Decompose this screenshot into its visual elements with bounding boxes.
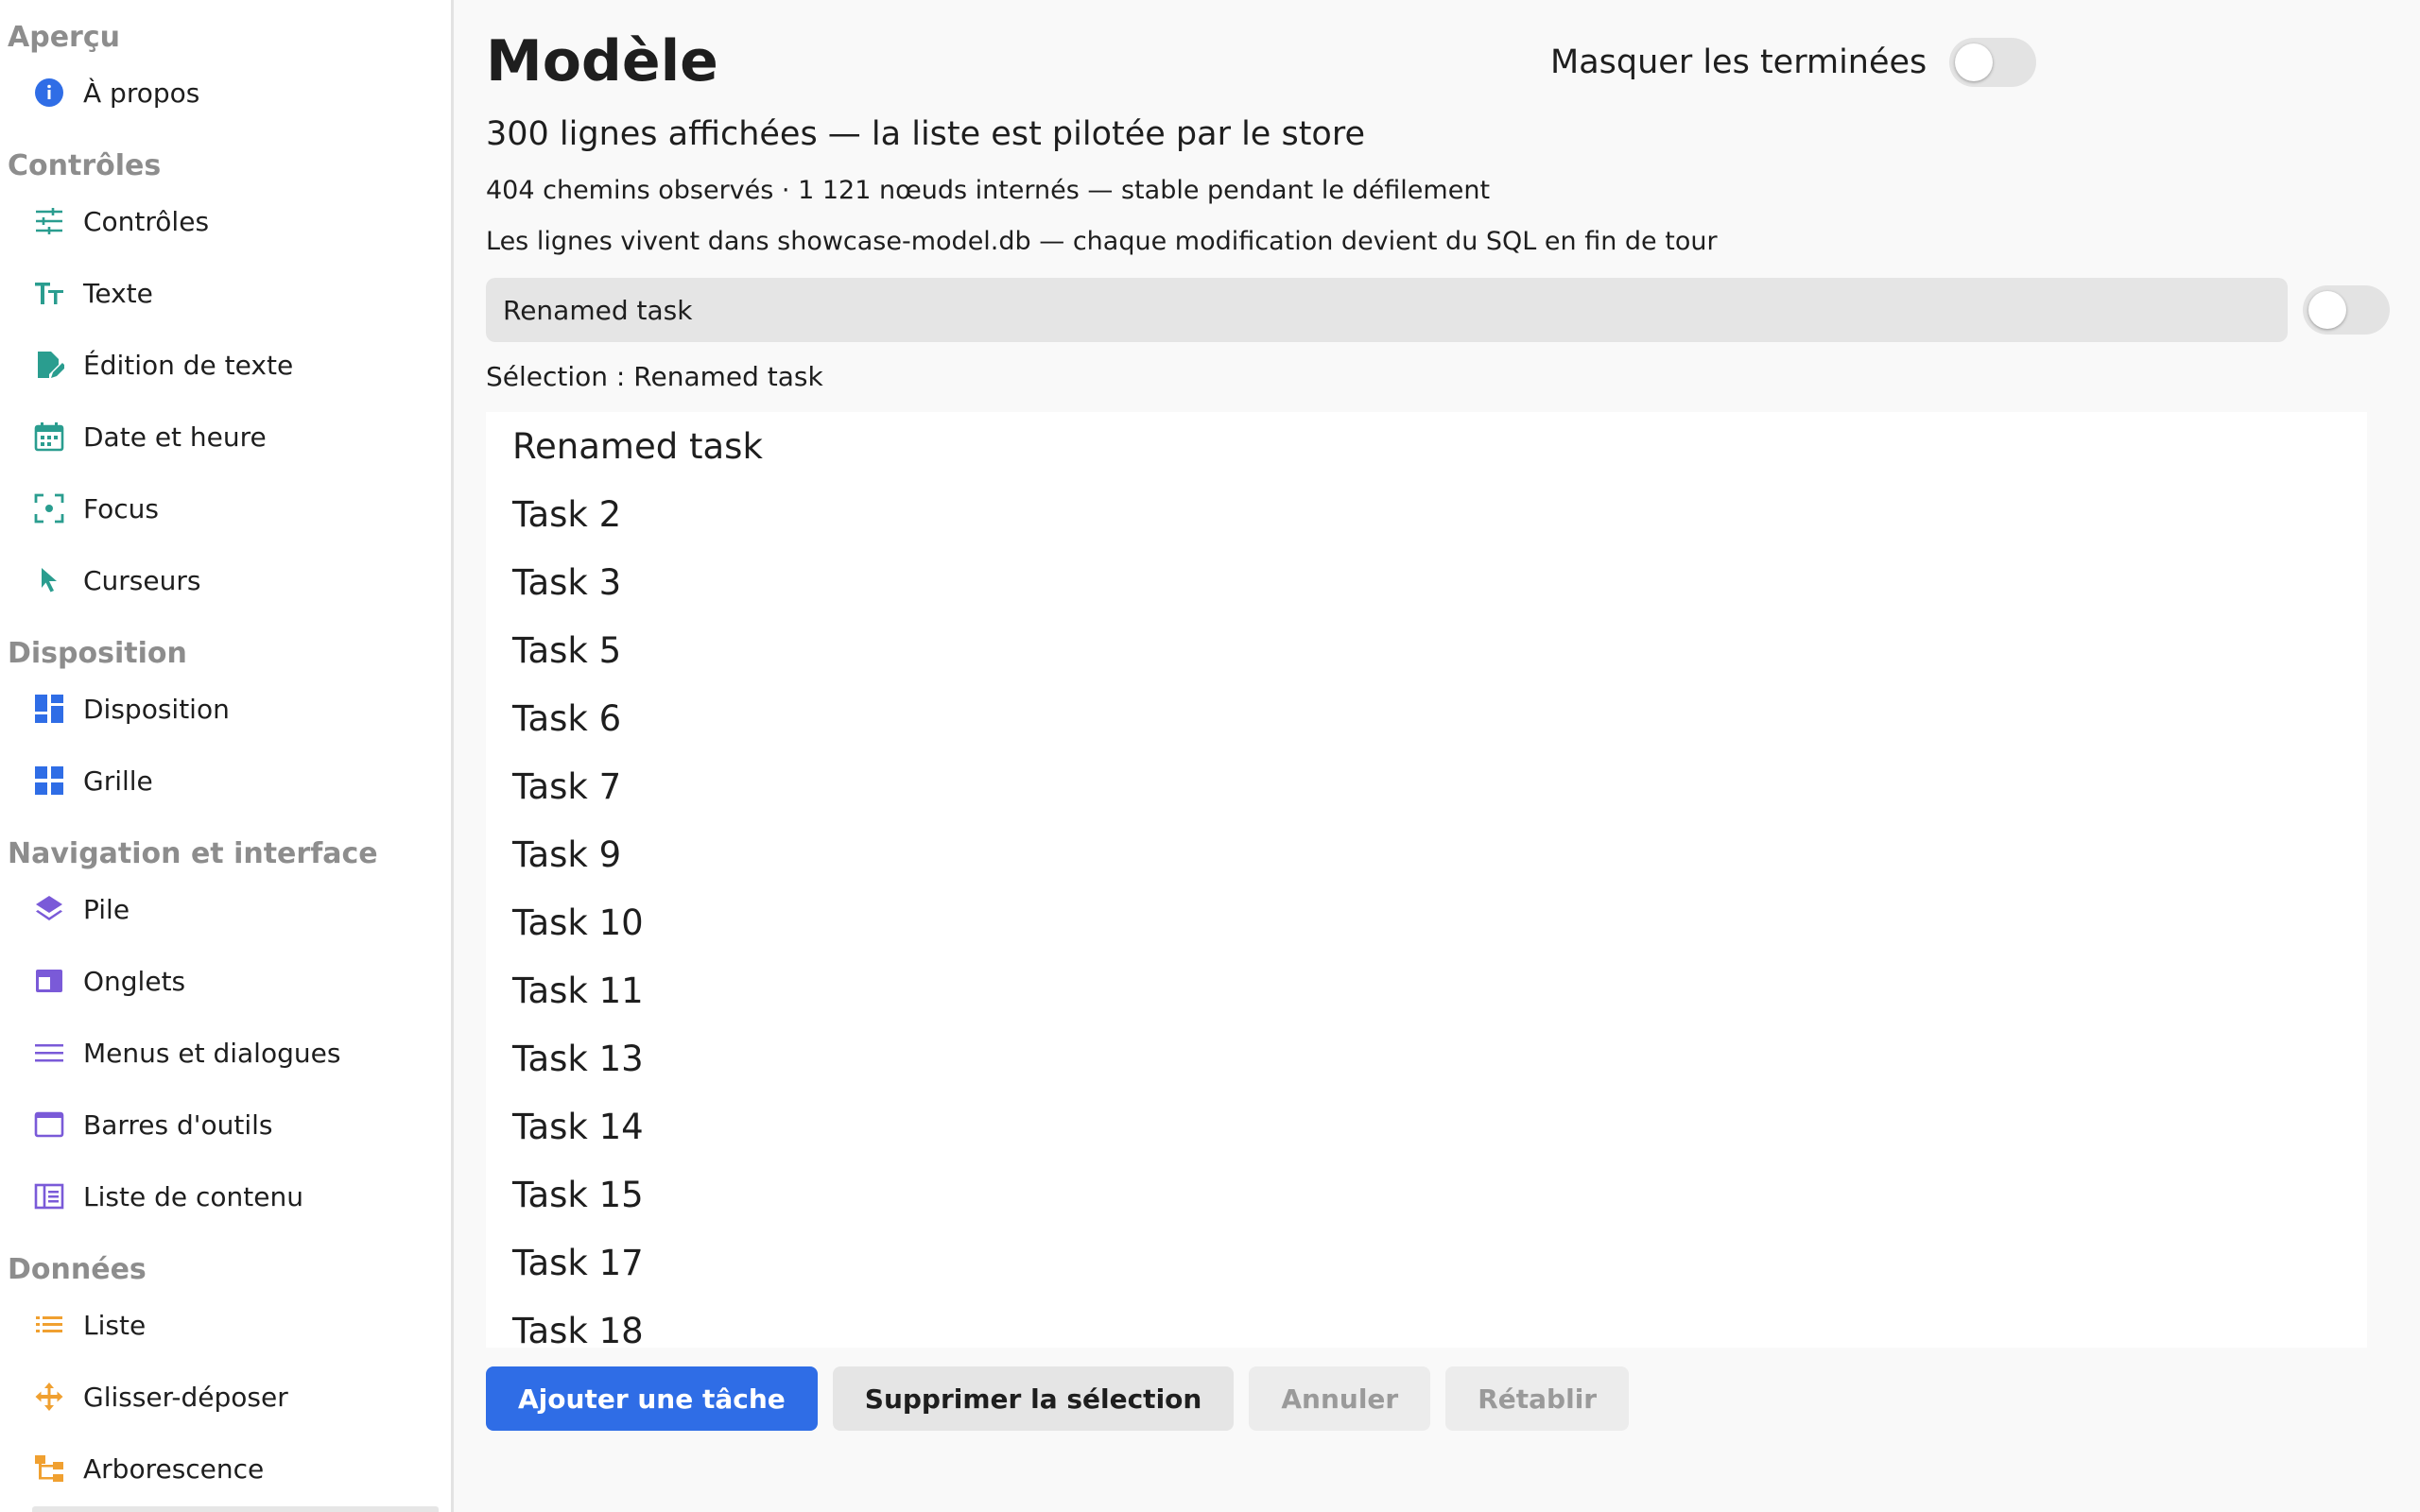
list-item[interactable]: Task 7 <box>486 752 2367 820</box>
stack-icon <box>33 893 65 925</box>
sidebar-item-disposition[interactable]: Disposition <box>0 679 444 739</box>
list-item[interactable]: Task 17 <box>486 1228 2367 1297</box>
sidebar-item-pile[interactable]: Pile <box>0 879 444 939</box>
rename-task-input[interactable] <box>486 278 2288 342</box>
list-item[interactable]: Task 2 <box>486 480 2367 548</box>
sidebar-item-label: Grille <box>83 765 153 797</box>
edit-document-icon <box>33 349 65 381</box>
hide-done-control: Masquer les terminées <box>1550 38 2037 87</box>
sidebar-item-glisser-deposer[interactable]: Glisser-déposer <box>0 1366 444 1427</box>
sidebar-next-item-edge <box>32 1506 439 1512</box>
sidebar-item-onglets[interactable]: Onglets <box>0 951 444 1011</box>
section-title-apercu: Aperçu <box>8 21 120 54</box>
sidebar-item-label: Texte <box>83 277 153 309</box>
sidebar-item-label: Menus et dialogues <box>83 1037 341 1069</box>
section-title-controles: Contrôles <box>8 149 162 182</box>
main-content: Modèle Masquer les terminées 300 lignes … <box>454 0 2420 1512</box>
sidebar-item-texte[interactable]: Texte <box>0 263 444 323</box>
text-icon <box>33 277 65 309</box>
sidebar-item-label: Pile <box>83 893 130 925</box>
sidebar-item-label: Focus <box>83 492 159 524</box>
sidebar-item-label: Édition de texte <box>83 349 294 381</box>
sidebar-item-barres-d-outils[interactable]: Barres d'outils <box>0 1094 444 1155</box>
sidebar-item-label: Date et heure <box>83 421 267 453</box>
calendar-icon <box>33 421 65 453</box>
section-title-navigation: Navigation et interface <box>8 837 378 870</box>
section-title-disposition: Disposition <box>8 637 187 670</box>
sidebar-item-label: Liste <box>83 1309 147 1341</box>
toggle-knob <box>2308 291 2346 329</box>
sidebar: Aperçu À propos Contrôles Contrôles Text… <box>0 0 454 1512</box>
undo-button[interactable]: Annuler <box>1249 1366 1431 1431</box>
cursor-icon <box>33 564 65 596</box>
sidebar-item-edition-de-texte[interactable]: Édition de texte <box>0 335 444 395</box>
database-note: Les lignes vivent dans showcase-model.db… <box>486 227 1718 256</box>
sidebar-item-label: Curseurs <box>83 564 201 596</box>
hide-done-toggle[interactable] <box>1949 38 2037 87</box>
hide-done-label: Masquer les terminées <box>1550 43 1927 81</box>
sidebar-item-label: Glisser-déposer <box>83 1381 288 1413</box>
rows-summary: 300 lignes affichées — la liste est pilo… <box>486 115 1365 153</box>
list-item[interactable]: Task 14 <box>486 1092 2367 1160</box>
sidebar-item-curseurs[interactable]: Curseurs <box>0 550 444 610</box>
info-icon <box>33 77 65 109</box>
list-item[interactable]: Task 13 <box>486 1024 2367 1092</box>
grid-icon <box>33 765 65 797</box>
list-item[interactable]: Task 3 <box>486 548 2367 616</box>
sidebar-item-grille[interactable]: Grille <box>0 750 444 811</box>
sidebar-item-label: À propos <box>83 77 200 109</box>
list-item[interactable]: Task 15 <box>486 1160 2367 1228</box>
page-title: Modèle <box>486 28 718 94</box>
list-item[interactable]: Task 11 <box>486 956 2367 1024</box>
selection-label: Sélection : Renamed task <box>486 361 823 392</box>
task-done-toggle[interactable] <box>2303 285 2390 335</box>
sidebar-item-controles[interactable]: Contrôles <box>0 191 444 251</box>
sidebar-item-label: Liste de contenu <box>83 1180 303 1212</box>
delete-selection-button[interactable]: Supprimer la sélection <box>832 1366 1235 1431</box>
sidebar-item-label: Contrôles <box>83 205 210 237</box>
sidebar-item-menus-et-dialogues[interactable]: Menus et dialogues <box>0 1022 444 1083</box>
task-list[interactable]: Renamed task Task 2 Task 3 Task 5 Task 6… <box>486 412 2367 1348</box>
list-item[interactable]: Task 9 <box>486 820 2367 888</box>
sidebar-item-date-et-heure[interactable]: Date et heure <box>0 406 444 467</box>
sidebar-item-liste[interactable]: Liste <box>0 1295 444 1355</box>
list-item[interactable]: Task 18 <box>486 1297 2367 1349</box>
section-title-donnees: Données <box>8 1253 147 1286</box>
tree-icon <box>33 1452 65 1485</box>
toolbar-icon <box>33 1108 65 1141</box>
toggle-knob <box>1955 43 1994 81</box>
content-list-icon <box>33 1180 65 1212</box>
drag-drop-icon <box>33 1381 65 1413</box>
sidebar-item-label: Barres d'outils <box>83 1108 273 1141</box>
sidebar-item-label: Disposition <box>83 693 230 725</box>
list-item[interactable]: Task 10 <box>486 888 2367 956</box>
menu-icon <box>33 1037 65 1069</box>
list-item[interactable]: Task 5 <box>486 616 2367 684</box>
list-item[interactable]: Task 6 <box>486 684 2367 752</box>
tabs-icon <box>33 965 65 997</box>
sidebar-item-focus[interactable]: Focus <box>0 478 444 539</box>
paths-stats: 404 chemins observés · 1 121 nœuds inter… <box>486 176 1491 205</box>
list-icon <box>33 1309 65 1341</box>
list-item[interactable]: Renamed task <box>486 412 2367 480</box>
sidebar-item-label: Arborescence <box>83 1452 265 1485</box>
app-window: Aperçu À propos Contrôles Contrôles Text… <box>0 0 2420 1512</box>
add-task-button[interactable]: Ajouter une tâche <box>486 1366 818 1431</box>
focus-icon <box>33 492 65 524</box>
layout-icon <box>33 693 65 725</box>
sidebar-item-a-propos[interactable]: À propos <box>0 62 444 123</box>
action-bar: Ajouter une tâche Supprimer la sélection… <box>486 1366 1644 1431</box>
sidebar-item-liste-de-contenu[interactable]: Liste de contenu <box>0 1166 444 1227</box>
sliders-icon <box>33 205 65 237</box>
sidebar-item-label: Onglets <box>83 965 186 997</box>
redo-button[interactable]: Rétablir <box>1445 1366 1630 1431</box>
sidebar-item-arborescence[interactable]: Arborescence <box>0 1438 444 1499</box>
